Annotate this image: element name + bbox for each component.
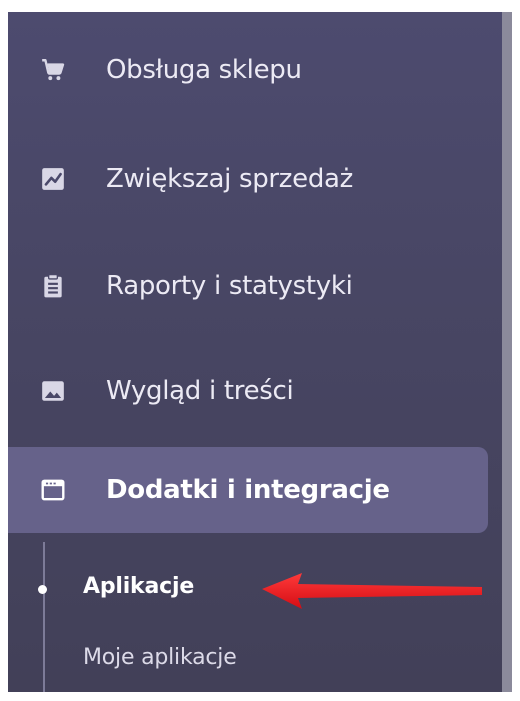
sidebar-item-obsluga-sklepu[interactable]: Obsługa sklepu: [8, 27, 488, 113]
cart-icon: [40, 57, 66, 83]
sidebar-item-raporty-i-statystyki[interactable]: Raporty i statystyki: [8, 243, 488, 329]
submenu-tree-line: [43, 542, 45, 692]
sidebar-item-label: Obsługa sklepu: [106, 55, 302, 85]
trending-chart-icon: [40, 166, 66, 192]
scrollbar-thumb[interactable]: [502, 12, 512, 692]
submenu-item-aplikacje[interactable]: Aplikacje: [83, 574, 194, 599]
window-icon: [40, 477, 66, 503]
sidebar-item-label: Zwiększaj sprzedaż: [106, 164, 354, 194]
sidebar-item-dodatki-i-integracje[interactable]: Dodatki i integracje: [8, 447, 488, 533]
annotation-arrow-icon: [262, 573, 482, 609]
sidebar-item-label: Dodatki i integracje: [106, 475, 390, 505]
active-indicator-dot: [38, 585, 47, 594]
sidebar-item-label: Raporty i statystyki: [106, 271, 353, 301]
submenu-item-moje-aplikacje[interactable]: Moje aplikacje: [83, 645, 237, 670]
sidebar-item-zwiekszaj-sprzedaz[interactable]: Zwiększaj sprzedaż: [8, 136, 488, 222]
scrollbar-track[interactable]: [502, 12, 512, 692]
image-icon: [40, 378, 66, 404]
clipboard-icon: [40, 273, 66, 299]
sidebar-item-label: Wygląd i treści: [106, 376, 294, 406]
sidebar-item-wyglad-i-tresci[interactable]: Wygląd i treści: [8, 348, 488, 434]
